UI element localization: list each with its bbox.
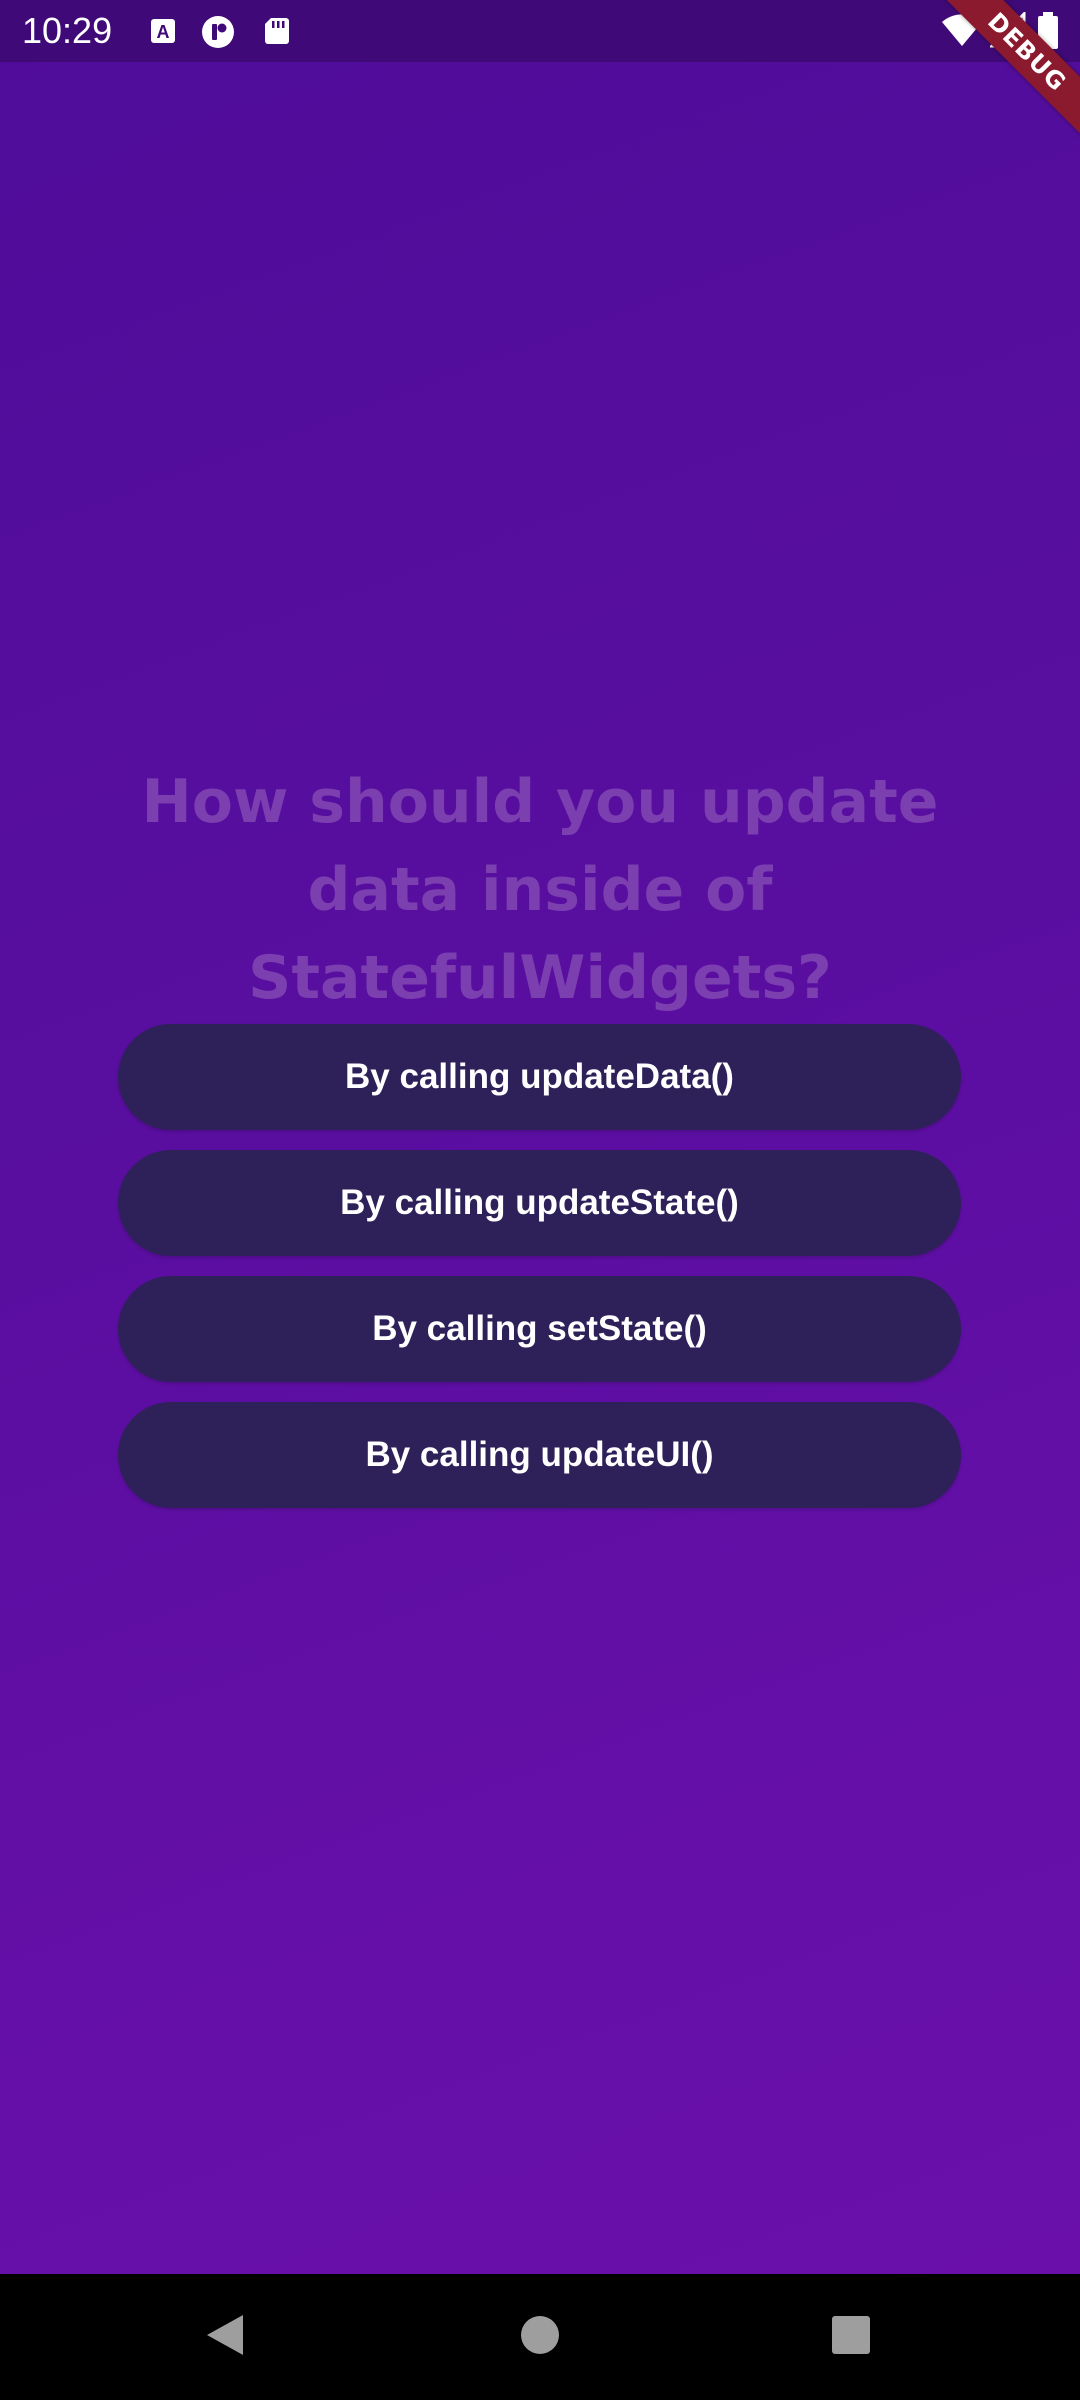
record-icon bbox=[200, 14, 234, 48]
answer-button-update-state[interactable]: By calling updateState() bbox=[118, 1150, 961, 1256]
status-time: 10:29 bbox=[22, 10, 113, 51]
back-icon bbox=[203, 2312, 247, 2363]
sd-card-icon bbox=[260, 14, 294, 48]
answer-list: By calling updateData() By calling updat… bbox=[118, 1024, 961, 1528]
answer-button-update-ui[interactable]: By calling updateUI() bbox=[118, 1402, 961, 1508]
recents-button[interactable] bbox=[791, 2274, 911, 2400]
quiz-screen: 10:29 A DEBUG How should you update data… bbox=[0, 0, 1080, 2400]
answer-button-update-data[interactable]: By calling updateData() bbox=[118, 1024, 961, 1130]
question-text: How should you update data inside of Sta… bbox=[141, 767, 939, 1013]
svg-text:A: A bbox=[157, 22, 170, 42]
home-button[interactable] bbox=[480, 2274, 600, 2400]
back-button[interactable] bbox=[165, 2274, 285, 2400]
text-a-icon: A bbox=[146, 14, 180, 48]
home-icon bbox=[520, 2315, 560, 2360]
navigation-bar bbox=[0, 2274, 1080, 2400]
answer-button-set-state[interactable]: By calling setState() bbox=[118, 1276, 961, 1382]
recents-icon bbox=[831, 2315, 871, 2360]
status-bar: 10:29 A bbox=[0, 0, 1080, 62]
